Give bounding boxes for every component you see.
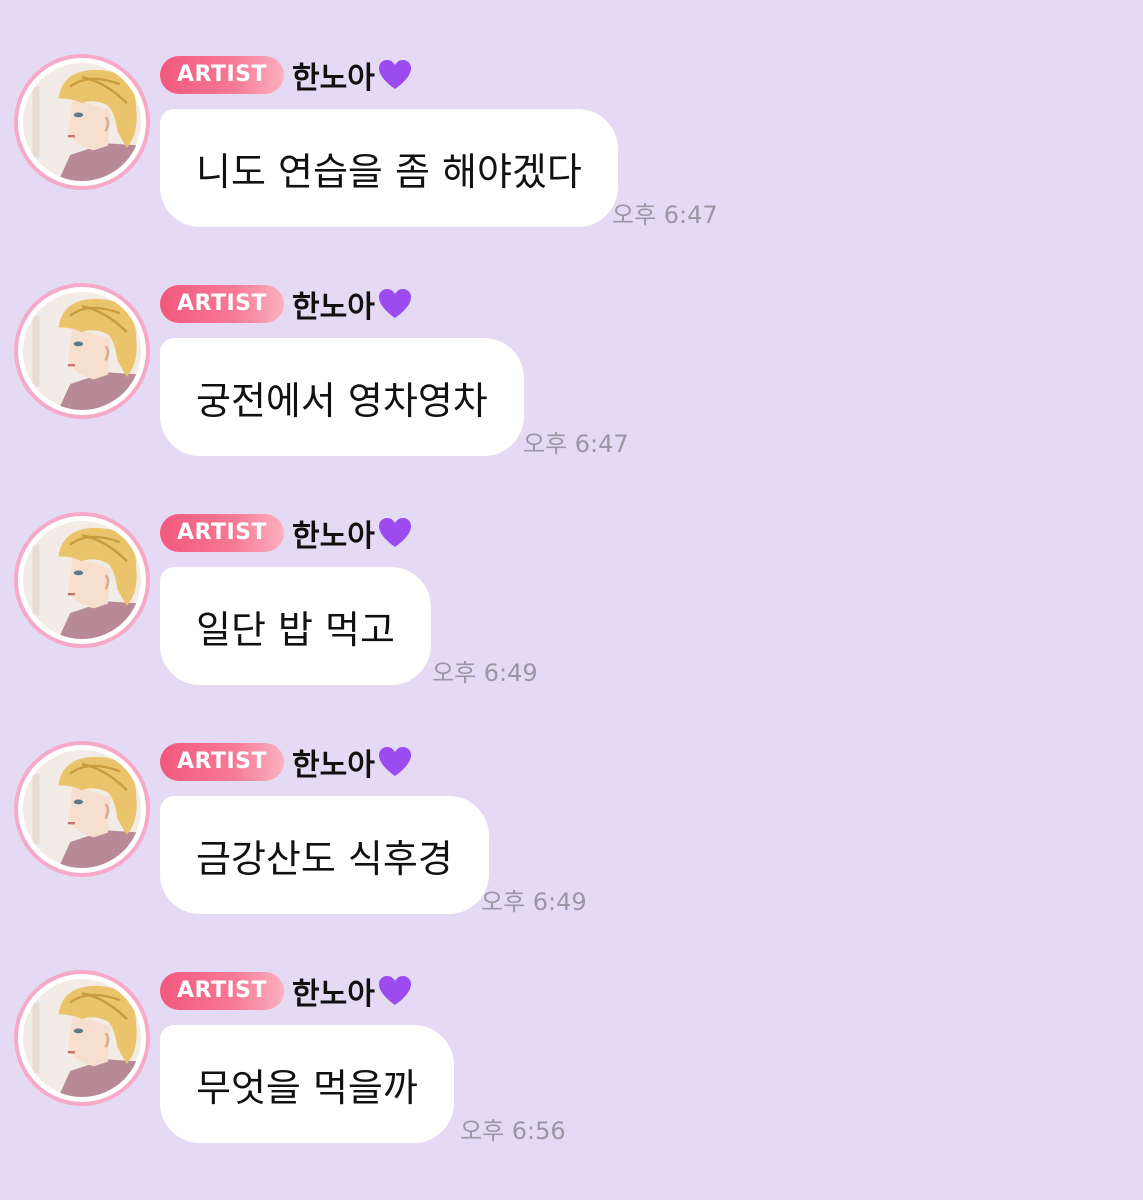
message-bubble[interactable]: 금강산도 식후경 — [160, 796, 489, 914]
sender-name: 한노아 — [292, 970, 413, 1012]
avatar-illustration — [23, 979, 141, 1097]
chat-message: ARTIST 한노아 궁전에서 영차영차 오후 6:47 — [0, 283, 1143, 483]
message-time: 오후 6:49 — [481, 888, 587, 916]
message-time: 오후 6:47 — [523, 430, 629, 458]
sender-name-text: 한노아 — [292, 748, 375, 783]
message-text: 니도 연습을 좀 해야겠다 — [196, 149, 582, 194]
avatar[interactable] — [14, 741, 150, 877]
message-text: 궁전에서 영차영차 — [196, 378, 488, 423]
chat-message: ARTIST 한노아 금강산도 식후경 오후 6:49 — [0, 741, 1143, 941]
sender-name: 한노아 — [292, 54, 413, 96]
sender-name: 한노아 — [292, 283, 413, 325]
message-text: 일단 밥 먹고 — [196, 607, 395, 652]
purple-heart-icon — [377, 974, 413, 1008]
chat-message: ARTIST 한노아 무엇을 먹을까 오후 6:56 — [0, 970, 1143, 1170]
message-time: 오후 6:56 — [460, 1117, 566, 1145]
artist-badge: ARTIST — [160, 514, 284, 552]
avatar[interactable] — [14, 512, 150, 648]
sender-name-text: 한노아 — [292, 977, 375, 1012]
message-bubble[interactable]: 니도 연습을 좀 해야겠다 — [160, 109, 618, 227]
chat-message: ARTIST 한노아 일단 밥 먹고 오후 6:49 — [0, 512, 1143, 712]
purple-heart-icon — [377, 287, 413, 321]
sender-name: 한노아 — [292, 741, 413, 783]
purple-heart-icon — [377, 516, 413, 550]
message-bubble[interactable]: 일단 밥 먹고 — [160, 567, 431, 685]
sender-name: 한노아 — [292, 512, 413, 554]
artist-badge: ARTIST — [160, 743, 284, 781]
message-bubble[interactable]: 무엇을 먹을까 — [160, 1025, 454, 1143]
artist-badge: ARTIST — [160, 285, 284, 323]
avatar[interactable] — [14, 54, 150, 190]
avatar-illustration — [23, 521, 141, 639]
message-bubble[interactable]: 궁전에서 영차영차 — [160, 338, 524, 456]
message-time: 오후 6:47 — [612, 201, 718, 229]
artist-badge: ARTIST — [160, 56, 284, 94]
avatar[interactable] — [14, 283, 150, 419]
purple-heart-icon — [377, 745, 413, 779]
sender-name-text: 한노아 — [292, 519, 375, 554]
sender-name-text: 한노아 — [292, 290, 375, 325]
chat-message: ARTIST 한노아 니도 연습을 좀 해야겠다 오후 6:47 — [0, 54, 1143, 254]
message-text: 무엇을 먹을까 — [196, 1065, 418, 1110]
chat-view[interactable]: ARTIST 한노아 니도 연습을 좀 해야겠다 오후 6:47 ARTIST … — [0, 0, 1143, 1200]
sender-name-text: 한노아 — [292, 61, 375, 96]
avatar[interactable] — [14, 970, 150, 1106]
message-text: 금강산도 식후경 — [196, 836, 453, 881]
avatar-illustration — [23, 750, 141, 868]
avatar-illustration — [23, 292, 141, 410]
message-time: 오후 6:49 — [432, 659, 538, 687]
avatar-illustration — [23, 63, 141, 181]
artist-badge: ARTIST — [160, 972, 284, 1010]
purple-heart-icon — [377, 58, 413, 92]
